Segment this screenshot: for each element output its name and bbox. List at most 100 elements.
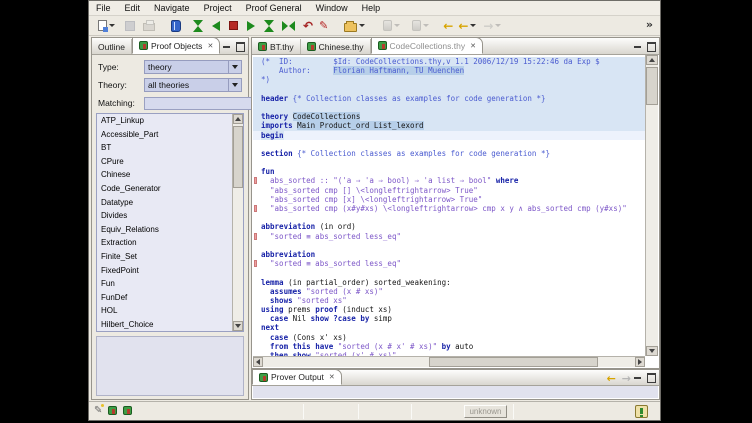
- editor-view: BT.thyChinese.thyCodeCollections.thy✕ (*…: [251, 37, 660, 369]
- editor-line: section {* Collection classes as example…: [253, 149, 645, 158]
- chevron-down-icon[interactable]: [359, 24, 365, 27]
- maximize-icon[interactable]: [646, 41, 655, 50]
- restart-prover-button[interactable]: ↶: [302, 17, 314, 35]
- theory-list-item[interactable]: Accessible_Part: [97, 128, 243, 142]
- run-button[interactable]: [382, 17, 401, 35]
- scrollbar-thumb[interactable]: [646, 67, 658, 105]
- scroll-down-icon[interactable]: [233, 321, 243, 331]
- prover-state-button[interactable]: unknown: [464, 405, 507, 418]
- chevron-down-icon[interactable]: [423, 24, 429, 27]
- editor-line: header {* Collection classes as examples…: [253, 94, 645, 103]
- editor-line: "abs_sorted cmp (x#y#xs) \<longleftright…: [253, 204, 645, 213]
- minimize-icon[interactable]: [633, 372, 642, 381]
- matching-input[interactable]: [144, 97, 261, 110]
- tab-prover-output[interactable]: Prover Output✕: [252, 369, 342, 385]
- scroll-up-icon[interactable]: [646, 55, 658, 65]
- theory-list-item[interactable]: FixedPoint: [97, 264, 243, 278]
- restart-prover-icon: ↶: [303, 20, 313, 32]
- last-edit-location-button[interactable]: ←: [442, 17, 454, 35]
- editor-line: "sorted ≡ abs_sorted less_eq": [253, 232, 645, 241]
- forward-history-button[interactable]: →: [482, 17, 502, 35]
- type-dropdown[interactable]: theory: [144, 60, 242, 74]
- editor-line: next: [253, 323, 645, 332]
- tab-bt-thy[interactable]: BT.thy: [252, 39, 301, 54]
- tab-proof-objects[interactable]: Proof Objects✕: [132, 37, 220, 54]
- menu-project[interactable]: Project: [197, 1, 239, 16]
- scroll-down-icon[interactable]: [646, 346, 658, 356]
- scrollbar-thumb[interactable]: [429, 357, 598, 367]
- forward-arrow-icon[interactable]: →: [622, 372, 631, 385]
- chevron-down-icon[interactable]: [109, 24, 115, 27]
- back-history-button[interactable]: ←: [457, 17, 477, 35]
- close-icon[interactable]: ✕: [207, 42, 213, 50]
- theory-list-item[interactable]: Inductive: [97, 332, 243, 333]
- scroll-right-icon[interactable]: [635, 357, 645, 367]
- theory-list-item[interactable]: FunDef: [97, 291, 243, 305]
- use-to-end-button[interactable]: [263, 17, 275, 35]
- retract-all-button[interactable]: [192, 17, 204, 35]
- chevron-down-icon[interactable]: [228, 79, 241, 91]
- scrollbar-thumb[interactable]: [233, 126, 243, 188]
- menu-help[interactable]: Help: [355, 1, 388, 16]
- close-icon[interactable]: ✕: [329, 373, 335, 381]
- proof-general-icon: [307, 42, 316, 51]
- save-button[interactable]: [124, 17, 136, 35]
- open-folder-menu-button[interactable]: [343, 17, 366, 35]
- chevron-down-icon[interactable]: [470, 24, 476, 27]
- menu-file[interactable]: File: [89, 1, 118, 16]
- theory-list-item[interactable]: Equiv_Relations: [97, 223, 243, 237]
- theory-list-item[interactable]: Fun: [97, 277, 243, 291]
- chevron-down-icon[interactable]: [394, 24, 400, 27]
- back-arrow-icon[interactable]: ←: [607, 372, 616, 385]
- goto-cursor-button[interactable]: [281, 17, 296, 35]
- scroll-up-icon[interactable]: [233, 114, 243, 124]
- tab-codecollections-thy[interactable]: CodeCollections.thy✕: [371, 37, 483, 54]
- proof-general-fast-view-icon[interactable]: [123, 406, 132, 415]
- perspective-switcher-chevron-icon[interactable]: »: [646, 18, 653, 31]
- theory-list[interactable]: ATP_LinkupAccessible_PartBTCPureChineseC…: [96, 113, 244, 332]
- minimize-icon[interactable]: [222, 41, 231, 50]
- new-wizard-button[interactable]: [97, 17, 116, 35]
- menu-window[interactable]: Window: [309, 1, 355, 16]
- scroll-left-icon[interactable]: [253, 357, 263, 367]
- menu-proof-general[interactable]: Proof General: [239, 1, 309, 16]
- theory-dropdown[interactable]: all theories: [144, 78, 242, 92]
- maximize-icon[interactable]: [646, 372, 655, 381]
- editor-vertical-scrollbar[interactable]: [645, 55, 658, 356]
- close-icon[interactable]: ✕: [470, 42, 476, 50]
- theory-list-item[interactable]: Datatype: [97, 196, 243, 210]
- theory-list-item[interactable]: Divides: [97, 209, 243, 223]
- proof-general-fast-view-icon[interactable]: [108, 406, 117, 415]
- interrupt-button[interactable]: [228, 17, 239, 35]
- theory-list-item[interactable]: Finite_Set: [97, 250, 243, 264]
- theory-list-item[interactable]: CPure: [97, 155, 243, 169]
- tab-outline[interactable]: Outline: [92, 39, 132, 54]
- prover-status-icon[interactable]: [635, 405, 648, 418]
- theory-list-item[interactable]: Code_Generator: [97, 182, 243, 196]
- editor-line: Author: Florian Haftmann, TU Muenchen: [253, 66, 645, 75]
- chevron-down-icon[interactable]: [228, 61, 241, 73]
- theory-list-item[interactable]: BT: [97, 141, 243, 155]
- print-button[interactable]: [142, 17, 156, 35]
- editor-line: abbreviation (in ord): [253, 222, 645, 231]
- fast-view-pen-icon[interactable]: ✎: [94, 405, 102, 416]
- maximize-icon[interactable]: [235, 41, 244, 50]
- editor-text-area[interactable]: (* ID: $Id: CodeCollections.thy,v 1.1 20…: [253, 55, 645, 356]
- activate-scripting-button[interactable]: [170, 17, 182, 35]
- debug-button[interactable]: [411, 17, 430, 35]
- menu-edit[interactable]: Edit: [118, 1, 148, 16]
- undo-step-button[interactable]: [211, 17, 221, 35]
- menu-navigate[interactable]: Navigate: [147, 1, 197, 16]
- theory-list-item[interactable]: Hilbert_Choice: [97, 318, 243, 332]
- edit-pen-button[interactable]: ✎: [318, 17, 329, 35]
- theory-list-item[interactable]: Chinese: [97, 168, 243, 182]
- theory-list-item[interactable]: Extraction: [97, 236, 243, 250]
- tab-chinese-thy[interactable]: Chinese.thy: [301, 39, 371, 54]
- theory-list-item[interactable]: ATP_Linkup: [97, 114, 243, 128]
- theory-list-item[interactable]: HOL: [97, 304, 243, 318]
- minimize-icon[interactable]: [633, 41, 642, 50]
- editor-horizontal-scrollbar[interactable]: [253, 356, 645, 367]
- theory-list-scrollbar[interactable]: [232, 114, 243, 331]
- next-step-button[interactable]: [246, 17, 256, 35]
- chevron-down-icon[interactable]: [495, 24, 501, 27]
